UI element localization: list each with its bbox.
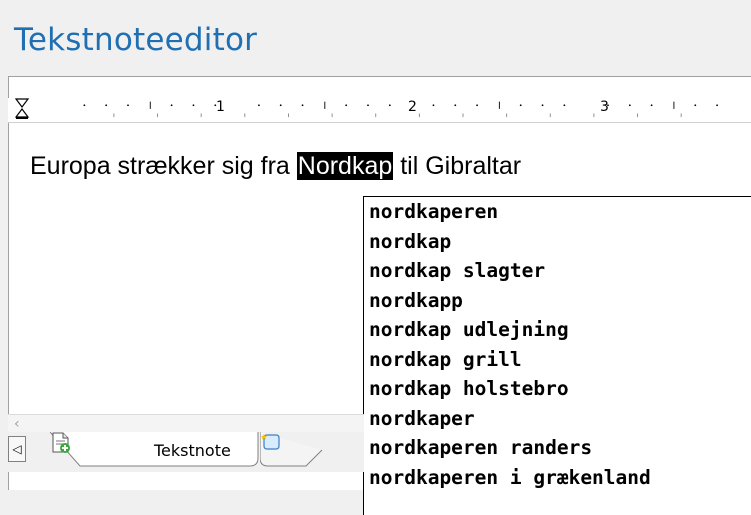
suggestion-item[interactable]: nordkaper bbox=[364, 404, 751, 434]
suggestion-item[interactable]: nordkap slagter bbox=[364, 256, 751, 286]
new-note-sparkle-icon bbox=[261, 434, 280, 450]
suggestion-item[interactable]: nordkap grill bbox=[364, 345, 751, 375]
tab-scroll-left-button[interactable]: ◁ bbox=[8, 436, 26, 462]
note-text-before: Europa strækker sig fra bbox=[30, 152, 297, 180]
suggestion-item[interactable]: nordkap udlejning bbox=[364, 315, 751, 345]
suggestion-item[interactable]: nordkaperen bbox=[364, 197, 751, 227]
suggestion-item[interactable]: nordkaperen randers bbox=[364, 433, 751, 463]
horizontal-scrollbar[interactable]: ‹ bbox=[8, 414, 364, 433]
status-strip bbox=[0, 490, 363, 514]
note-text-after: til Gibraltar bbox=[393, 152, 522, 180]
autocomplete-list[interactable]: nordkaperen nordkap nordkap slagter nord… bbox=[363, 196, 751, 515]
indent-marker-icon[interactable] bbox=[15, 98, 31, 120]
tab-bar: ◁ Tekstnote bbox=[8, 432, 364, 472]
tab-tekstnote-label: Tekstnote bbox=[154, 441, 231, 460]
suggestion-item[interactable]: nordkaperen i grækenland bbox=[364, 463, 751, 493]
suggestion-item[interactable]: nordkapp bbox=[364, 286, 751, 316]
new-note-tab[interactable] bbox=[260, 432, 324, 467]
window-title: Tekstnoteeditor bbox=[14, 22, 258, 58]
title-bar: Tekstnoteeditor bbox=[0, 0, 751, 76]
ruler-ticks bbox=[83, 101, 718, 118]
ruler-label-3: 3 bbox=[600, 99, 609, 115]
suggestion-item[interactable]: nordkap holstebro bbox=[364, 374, 751, 404]
ruler[interactable]: 1 2 3 bbox=[8, 98, 751, 123]
text-note-page-icon bbox=[52, 432, 70, 453]
ruler-label-2: 2 bbox=[408, 99, 417, 115]
suggestion-item[interactable]: nordkap bbox=[364, 227, 751, 257]
scroll-left-arrow-icon[interactable]: ‹ bbox=[14, 416, 20, 432]
ruler-label-1: 1 bbox=[216, 99, 225, 115]
tab-tekstnote[interactable]: Tekstnote bbox=[50, 432, 260, 467]
selected-word[interactable]: Nordkap bbox=[296, 152, 394, 180]
note-text[interactable]: Europa strækker sig fra Nordkap til Gibr… bbox=[30, 150, 521, 182]
